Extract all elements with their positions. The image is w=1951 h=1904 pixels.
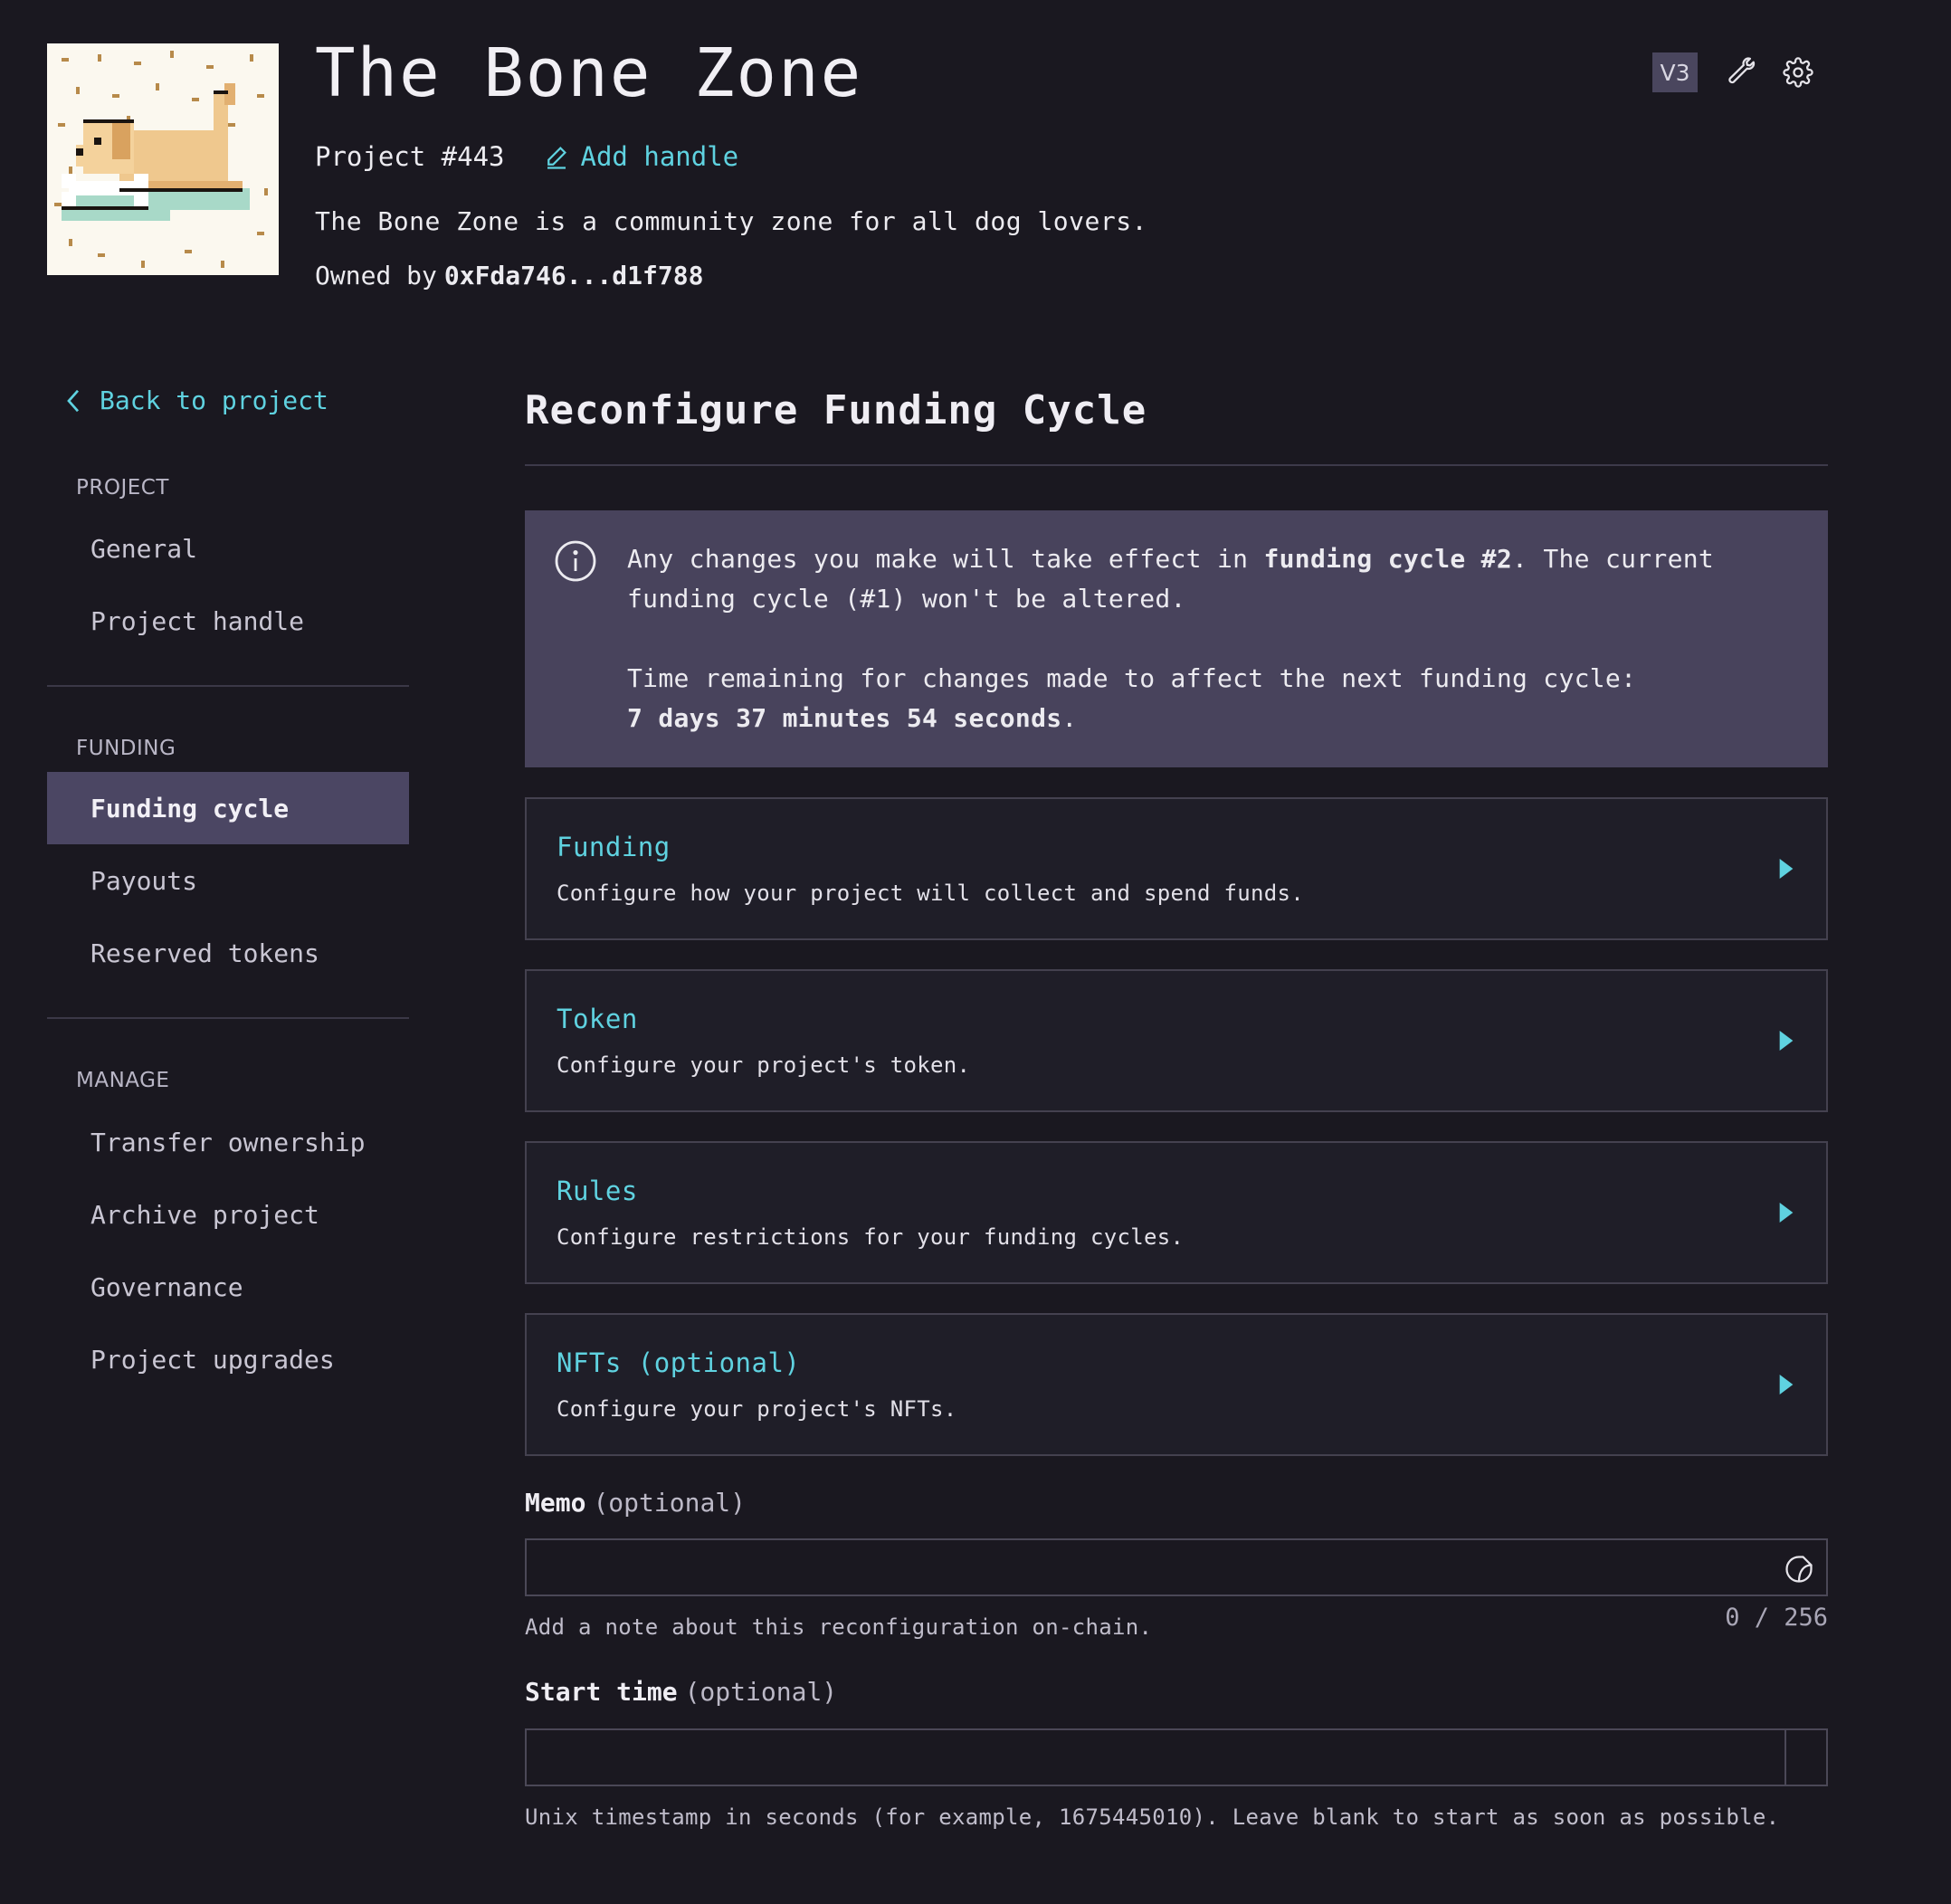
project-logo [47,43,279,275]
sidebar-section-manage: MANAGE [76,1069,170,1092]
notice-text: Any changes you make will take effect in… [627,539,1794,738]
page-title: Reconfigure Funding Cycle [525,387,1147,433]
panel-title: NFTs (optional) [557,1347,801,1378]
header-actions: V3 [1652,52,1813,92]
sidebar-item-payouts[interactable]: Payouts [47,844,409,917]
sidebar-item-archive-project[interactable]: Archive project [47,1178,409,1251]
start-time-input[interactable] [527,1730,1788,1785]
sidebar-section-funding: FUNDING [76,737,176,760]
notice-countdown-line: 7 days 37 minutes 54 seconds. [627,699,1794,738]
caret-right-icon [1779,1375,1794,1395]
title-divider [525,464,1828,466]
start-time-label: Start time (optional) [525,1677,837,1707]
sidebar-item-governance[interactable]: Governance [47,1251,409,1323]
settings-button[interactable] [1783,57,1813,88]
memo-field[interactable] [525,1538,1828,1596]
caret-right-icon [1779,859,1794,879]
back-to-project-link[interactable]: Back to project [62,386,328,415]
memo-char-count: 0 / 256 [1725,1604,1828,1632]
pencil-icon [547,147,566,169]
sidebar-section-project: PROJECT [76,476,169,500]
wrench-icon [1728,57,1756,84]
start-time-addon[interactable] [1784,1730,1826,1785]
project-owner: Owned by 0xFda746...d1f788 [315,261,703,290]
add-handle-label: Add handle [580,141,739,172]
token-panel[interactable]: Token Configure your project's token. [525,969,1828,1112]
panel-description: Configure how your project will collect … [557,881,1304,906]
owner-prefix: Owned by [315,261,437,290]
page: The Bone Zone Project #443 Add handle Th… [0,0,1951,1904]
project-title: The Bone Zone [315,34,863,112]
sidebar-item-transfer-ownership[interactable]: Transfer ownership [47,1106,409,1178]
notice-line-1: Any changes you make will take effect in… [627,539,1794,619]
notice-spacer [627,619,1794,659]
sidebar-divider [47,1017,409,1019]
panel-description: Configure your project's NFTs. [557,1396,957,1422]
sidebar-divider [47,685,409,687]
sidebar-item-funding-cycle[interactable]: Funding cycle [47,772,409,844]
project-meta: Project #443 Add handle [315,141,738,172]
notice-countdown-suffix: . [1061,703,1078,733]
notice-text-part: Any changes you make will take effect in [627,544,1264,574]
panel-title: Token [557,1004,638,1034]
panel-description: Configure your project's token. [557,1052,971,1078]
rules-panel[interactable]: Rules Configure restrictions for your fu… [525,1141,1828,1284]
memo-optional: (optional) [593,1488,747,1518]
memo-input[interactable] [527,1540,1826,1595]
start-time-optional: (optional) [684,1677,838,1707]
version-badge: V3 [1652,52,1698,92]
sidebar-item-project-handle[interactable]: Project handle [47,585,409,657]
project-id: Project #443 [315,141,505,172]
dog-with-bone-logo-image [47,43,279,275]
caret-right-icon [1779,1203,1794,1223]
sidebar-item-reserved-tokens[interactable]: Reserved tokens [47,917,409,989]
memo-label: Memo (optional) [525,1488,746,1518]
panel-title: Funding [557,832,671,862]
panel-description: Configure restrictions for your funding … [557,1224,1185,1250]
start-time-field[interactable] [525,1728,1828,1786]
start-time-label-text: Start time [525,1677,678,1707]
tools-button[interactable] [1725,57,1756,88]
notice-line-2: Time remaining for changes made to affec… [627,663,1637,693]
sticker-icon[interactable] [1783,1553,1815,1585]
sidebar-item-general[interactable]: General [47,512,409,585]
notice-countdown: 7 days 37 minutes 54 seconds [627,703,1062,733]
caret-right-icon [1779,1031,1794,1051]
project-description: The Bone Zone is a community zone for al… [315,206,1147,236]
back-to-project-label: Back to project [100,386,328,415]
owner-address[interactable]: 0xFda746...d1f788 [444,261,704,290]
notice-funding-cycle: funding cycle #2 [1263,544,1512,574]
chevron-left-icon [67,389,80,412]
memo-helper-text: Add a note about this reconfiguration on… [525,1614,1153,1640]
memo-label-text: Memo [525,1488,586,1518]
gear-icon [1783,57,1813,88]
info-icon [555,540,596,582]
panel-title: Rules [557,1176,638,1206]
add-handle-link[interactable]: Add handle [543,141,739,172]
funding-panel[interactable]: Funding Configure how your project will … [525,797,1828,940]
sidebar-item-project-upgrades[interactable]: Project upgrades [47,1323,409,1395]
start-time-helper-text: Unix timestamp in seconds (for example, … [525,1804,1780,1830]
reconfiguration-notice: Any changes you make will take effect in… [525,510,1828,767]
nfts-panel[interactable]: NFTs (optional) Configure your project's… [525,1313,1828,1456]
